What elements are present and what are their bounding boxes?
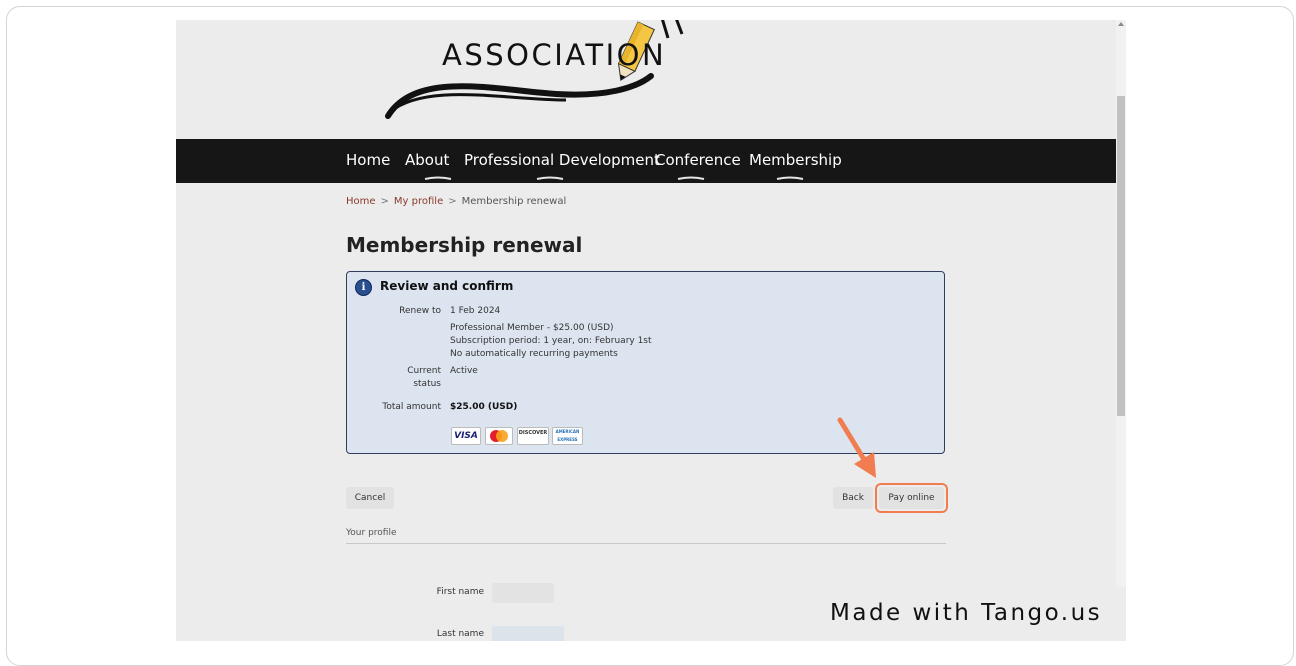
nav-membership[interactable]: Membership xyxy=(749,151,842,169)
tango-watermark: Made with Tango.us xyxy=(810,587,1126,641)
current-status-label: Current xyxy=(407,366,441,376)
last-name-field[interactable] xyxy=(492,626,564,641)
total-amount-label: Total amount xyxy=(382,402,441,412)
renew-to-value: 1 Feb 2024 xyxy=(450,306,501,316)
breadcrumb-separator: > xyxy=(380,196,389,207)
cancel-button[interactable]: Cancel xyxy=(346,487,394,509)
scroll-up-arrow-icon[interactable] xyxy=(1118,22,1124,26)
nav-home[interactable]: Home xyxy=(346,151,390,169)
main-nav: Home About Professional Development Conf… xyxy=(176,139,1116,183)
current-status-value: Active xyxy=(450,366,478,376)
first-name-label: First name xyxy=(436,587,484,597)
pay-online-highlight xyxy=(875,483,948,513)
total-amount-value: $25.00 (USD) xyxy=(450,402,518,412)
nav-professional-development[interactable]: Professional Development xyxy=(464,151,660,169)
panel-heading: Review and confirm xyxy=(380,279,514,293)
scrollbar-thumb[interactable] xyxy=(1117,96,1125,416)
mastercard-icon xyxy=(485,427,513,445)
visa-card-icon: VISA xyxy=(451,427,481,445)
last-name-label: Last name xyxy=(436,629,484,639)
breadcrumb-separator: > xyxy=(448,196,457,207)
breadcrumb-current: Membership renewal xyxy=(461,196,567,207)
back-button[interactable]: Back xyxy=(833,487,873,509)
nav-conference-underline xyxy=(677,176,705,180)
subscription-text: Subscription period: 1 year, on: Februar… xyxy=(450,336,652,346)
total-amount-wrap: $25.00 (USD) xyxy=(450,401,517,414)
your-profile-label: Your profile xyxy=(346,528,397,538)
breadcrumb: Home > My profile > Membership renewal xyxy=(346,196,566,207)
nav-pd-underline xyxy=(536,176,564,180)
pointer-arrow-icon xyxy=(837,417,876,478)
discover-card-icon: DISCOVER xyxy=(517,427,549,445)
section-divider xyxy=(346,543,946,544)
nav-about[interactable]: About xyxy=(405,151,449,169)
nav-conference[interactable]: Conference xyxy=(655,151,741,169)
nav-about-underline xyxy=(424,176,452,180)
mastercard-circles xyxy=(490,430,508,442)
renew-to-label: Renew to xyxy=(399,306,441,316)
nav-membership-underline xyxy=(776,176,804,180)
plan-text: Professional Member - $25.00 (USD) xyxy=(450,323,614,333)
recurring-text: No automatically recurring payments xyxy=(450,349,618,359)
info-icon: i xyxy=(355,279,372,296)
first-name-field[interactable] xyxy=(492,583,554,603)
page-title: Membership renewal xyxy=(346,233,583,257)
browser-viewport: ASSOCIATION Home About Professional Deve… xyxy=(176,20,1126,641)
breadcrumb-my-profile[interactable]: My profile xyxy=(394,196,443,207)
amex-card-icon: AMERICAN EXPRESS xyxy=(552,427,583,445)
logo-text: ASSOCIATION xyxy=(442,38,667,72)
current-status-label-2: status xyxy=(413,379,441,389)
breadcrumb-home[interactable]: Home xyxy=(346,196,376,207)
